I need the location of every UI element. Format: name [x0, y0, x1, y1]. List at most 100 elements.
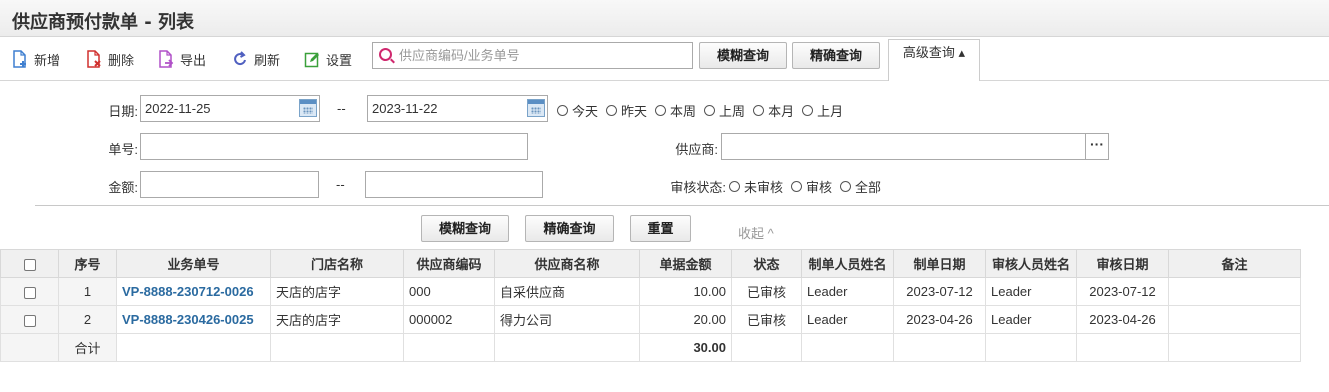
exact-search-button[interactable]: 精确查询 [792, 42, 880, 69]
date-range-separator: -- [337, 101, 346, 116]
column-header[interactable]: 审核人员姓名 [985, 249, 1077, 278]
row-select-cell[interactable] [0, 305, 59, 334]
column-header[interactable]: 供应商编码 [403, 249, 495, 278]
radio-today[interactable]: 今天 [557, 101, 598, 120]
supplier-label: 供应商: [675, 142, 718, 157]
row-checkbox[interactable] [23, 286, 36, 299]
total-blank-cell [0, 333, 59, 362]
quick-date-radios: 今天 昨天 本周 上周 本月 上月 [557, 101, 851, 120]
column-header[interactable]: 制单日期 [893, 249, 986, 278]
radio-this-month[interactable]: 本月 [753, 101, 794, 120]
table-row[interactable]: 2 VP-8888-230426-0025 天店的店字 000002 得力公司 … [0, 305, 1301, 334]
store-name-cell: 天店的店字 [270, 277, 404, 306]
amount-from-field[interactable] [140, 171, 319, 198]
reset-button[interactable]: 重置 [630, 215, 691, 242]
collapse-link[interactable]: 收起 ^ [738, 223, 774, 242]
select-all-checkbox[interactable] [23, 258, 36, 271]
audit-date-cell: 2023-07-12 [1076, 277, 1169, 306]
add-button[interactable]: 新增 [12, 49, 60, 69]
amount-cell: 10.00 [639, 277, 732, 306]
filter-divider [35, 205, 1329, 206]
column-header[interactable]: 单据金额 [639, 249, 732, 278]
total-amount: 30.00 [639, 333, 732, 362]
search-input[interactable] [399, 46, 689, 65]
remark-cell [1168, 305, 1301, 334]
radio-unaudited[interactable]: 未审核 [729, 177, 783, 196]
audit-status-label: 审核状态: [670, 180, 726, 195]
radio-all[interactable]: 全部 [840, 177, 881, 196]
fuzzy-search-button[interactable]: 模糊查询 [699, 42, 787, 69]
radio-last-month[interactable]: 上月 [802, 101, 843, 120]
select-all-cell[interactable] [0, 249, 59, 278]
export-label: 导出 [180, 52, 207, 68]
export-button[interactable]: 导出 [158, 49, 206, 69]
search-icon [379, 48, 392, 61]
column-header[interactable]: 供应商名称 [494, 249, 640, 278]
advanced-filter-panel: 日期: 2022-11-25 -- 2023-11-22 今天 昨天 本周 上周… [0, 81, 1329, 249]
total-blank-cell [403, 333, 495, 362]
column-header[interactable]: 制单人员姓名 [801, 249, 894, 278]
search-box [372, 42, 693, 69]
row-index: 1 [58, 277, 117, 306]
creator-cell: Leader [801, 305, 894, 334]
row-checkbox[interactable] [23, 314, 36, 327]
date-label: 日期: [108, 104, 138, 119]
total-blank-cell [270, 333, 404, 362]
supplier-name-cell: 自采供应商 [494, 277, 640, 306]
create-date-cell: 2023-04-26 [893, 305, 986, 334]
supplier-field[interactable]: ··· [721, 133, 1109, 160]
date-to-field[interactable]: 2023-11-22 [367, 95, 548, 122]
column-header[interactable]: 审核日期 [1076, 249, 1169, 278]
column-header[interactable]: 门店名称 [270, 249, 404, 278]
total-label: 合计 [58, 333, 117, 362]
advanced-search-tab[interactable]: 高级查询 ▴ [888, 39, 980, 82]
column-header[interactable]: 业务单号 [116, 249, 271, 278]
calendar-icon[interactable] [299, 99, 317, 117]
status-cell: 已审核 [731, 277, 802, 306]
refresh-label: 刷新 [254, 52, 281, 68]
audit-status-radios: 未审核 审核 全部 [729, 177, 889, 196]
settings-button[interactable]: 设置 [304, 49, 352, 69]
ellipsis-icon[interactable]: ··· [1085, 134, 1108, 159]
remark-cell [1168, 277, 1301, 306]
total-blank-cell [1076, 333, 1169, 362]
table-header-row: 序号 业务单号 门店名称 供应商编码 供应商名称 单据金额 状态 制单人员姓名 … [0, 249, 1301, 278]
bill-no-field[interactable] [140, 133, 528, 160]
title-bar: 供应商预付款单 - 列表 [0, 0, 1329, 37]
radio-this-week[interactable]: 本周 [655, 101, 696, 120]
add-label: 新增 [34, 52, 61, 68]
bill-no-link[interactable]: VP-8888-230712-0026 [116, 277, 271, 306]
date-from-value: 2022-11-25 [145, 101, 211, 116]
column-header[interactable]: 状态 [731, 249, 802, 278]
total-blank-cell [116, 333, 271, 362]
date-to-value: 2023-11-22 [372, 101, 438, 116]
total-blank-cell [985, 333, 1077, 362]
radio-yesterday[interactable]: 昨天 [606, 101, 647, 120]
refresh-button[interactable]: 刷新 [232, 49, 280, 69]
delete-label: 删除 [108, 52, 135, 68]
creator-cell: Leader [801, 277, 894, 306]
amount-label: 金额: [108, 180, 138, 195]
table-row[interactable]: 1 VP-8888-230712-0026 天店的店字 000 自采供应商 10… [0, 277, 1301, 306]
amount-range-separator: -- [336, 177, 345, 192]
date-from-field[interactable]: 2022-11-25 [140, 95, 320, 122]
delete-button[interactable]: 删除 [86, 49, 134, 69]
supplier-code-cell: 000 [403, 277, 495, 306]
settings-edit-icon [304, 50, 320, 68]
panel-fuzzy-search-button[interactable]: 模糊查询 [421, 215, 509, 242]
supplier-name-cell: 得力公司 [494, 305, 640, 334]
bill-no-link[interactable]: VP-8888-230426-0025 [116, 305, 271, 334]
column-header[interactable]: 序号 [58, 249, 117, 278]
total-blank-cell [801, 333, 894, 362]
column-header[interactable]: 备注 [1168, 249, 1301, 278]
amount-to-field[interactable] [365, 171, 543, 198]
row-select-cell[interactable] [0, 277, 59, 306]
radio-audited[interactable]: 审核 [791, 177, 832, 196]
panel-exact-search-button[interactable]: 精确查询 [525, 215, 614, 242]
bill-no-label: 单号: [108, 142, 138, 157]
radio-last-week[interactable]: 上周 [704, 101, 745, 120]
data-table: 序号 业务单号 门店名称 供应商编码 供应商名称 单据金额 状态 制单人员姓名 … [0, 249, 1301, 362]
auditor-cell: Leader [985, 277, 1077, 306]
supplier-code-cell: 000002 [403, 305, 495, 334]
calendar-icon[interactable] [527, 99, 545, 117]
